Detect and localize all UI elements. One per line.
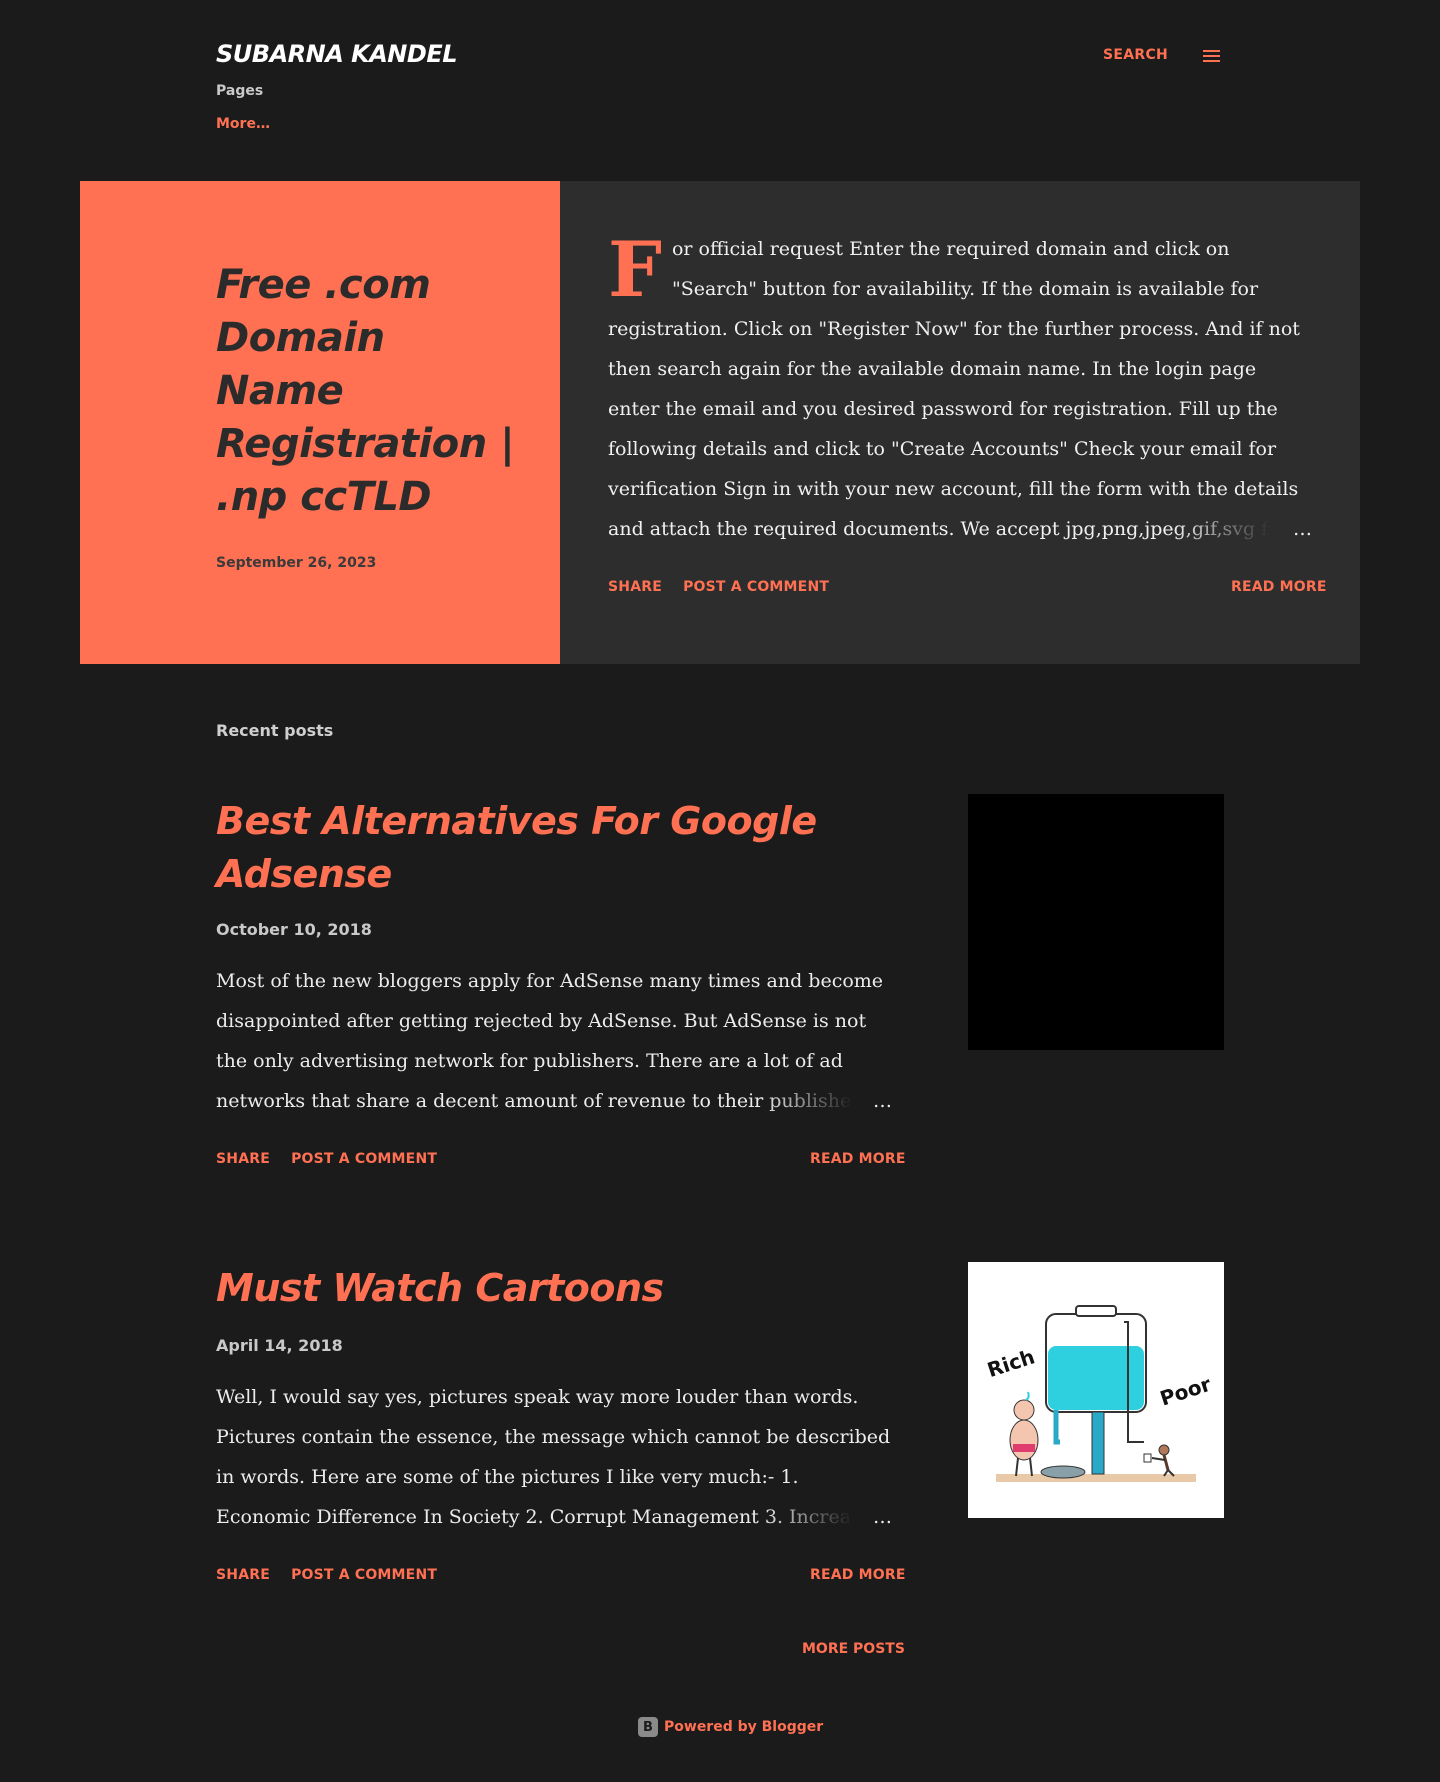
featured-post-snippet: For official request Enter the required … (608, 229, 1312, 549)
read-more-button[interactable]: READ MORE (810, 1151, 906, 1167)
post-thumbnail[interactable] (968, 794, 1224, 1050)
post-actions: SHARE POST A COMMENT (216, 1151, 453, 1167)
cartoon-illustration: Rich Poor (984, 1305, 1214, 1482)
post-title[interactable]: Best Alternatives For Google Adsense (216, 795, 916, 901)
share-button[interactable]: SHARE (608, 579, 662, 595)
post-date[interactable]: April 14, 2018 (216, 1336, 343, 1355)
post-actions: SHARE POST A COMMENT (216, 1567, 453, 1583)
read-more-button[interactable]: READ MORE (1231, 579, 1327, 595)
snippet-ellipsis: … (1172, 509, 1312, 549)
share-button[interactable]: SHARE (216, 1567, 270, 1583)
post-comment-button[interactable]: POST A COMMENT (291, 1151, 437, 1167)
more-pages-link[interactable]: More… (216, 116, 270, 132)
recent-posts-heading: Recent posts (216, 721, 334, 740)
post-comment-button[interactable]: POST A COMMENT (683, 579, 829, 595)
featured-post-actions: SHARE POST A COMMENT (608, 579, 845, 595)
post-comment-button[interactable]: POST A COMMENT (291, 1567, 437, 1583)
featured-snippet-text: or official request Enter the required d… (608, 238, 1300, 540)
powered-by-label: Powered by Blogger (664, 1719, 824, 1735)
powered-by-blogger-link[interactable]: B Powered by Blogger (638, 1717, 823, 1737)
read-more-button[interactable]: READ MORE (810, 1567, 906, 1583)
post-snippet: Well, I would say yes, pictures speak wa… (216, 1377, 892, 1537)
blogger-icon: B (638, 1717, 658, 1737)
featured-post-date[interactable]: September 26, 2023 (216, 555, 376, 571)
cartoon-label-rich: Rich (984, 1344, 1037, 1382)
snippet-ellipsis: … (762, 1081, 892, 1121)
cartoon-label-poor: Poor (1157, 1372, 1214, 1411)
more-posts-button[interactable]: MORE POSTS (802, 1641, 905, 1657)
share-button[interactable]: SHARE (216, 1151, 270, 1167)
post-title[interactable]: Must Watch Cartoons (216, 1262, 916, 1315)
post-date[interactable]: October 10, 2018 (216, 920, 372, 939)
post-thumbnail-cartoon[interactable]: Rich Poor (968, 1262, 1224, 1518)
search-button[interactable]: SEARCH (1103, 47, 1168, 63)
hamburger-menu-icon[interactable] (1203, 50, 1220, 62)
featured-post-title-panel: Free .com Domain Name Registration | .np… (80, 181, 560, 664)
snippet-ellipsis: … (762, 1497, 892, 1537)
post-snippet: Most of the new bloggers apply for AdSen… (216, 961, 892, 1121)
drop-cap: F (608, 229, 662, 314)
site-title[interactable]: SUBARNA KANDEL (216, 40, 458, 68)
featured-post: Free .com Domain Name Registration | .np… (80, 181, 1360, 664)
pages-label: Pages (216, 83, 264, 99)
featured-post-title[interactable]: Free .com Domain Name Registration | .np… (216, 259, 516, 524)
